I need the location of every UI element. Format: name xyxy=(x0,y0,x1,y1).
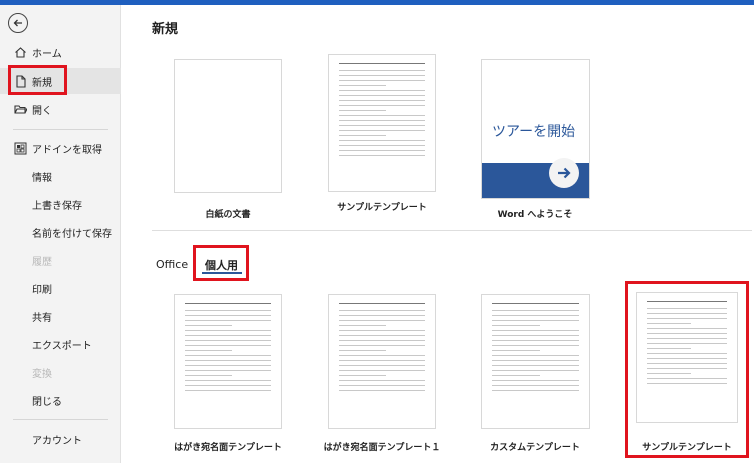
sidebar-item-label: 情報 xyxy=(32,172,52,184)
sidebar-item-label: アカウント xyxy=(32,435,82,447)
template-card-postcard-address-1[interactable] xyxy=(328,294,436,429)
template-card-welcome-tour[interactable]: ツアーを開始 xyxy=(481,59,590,199)
template-label: Word へようこそ xyxy=(497,210,573,220)
back-arrow-icon[interactable] xyxy=(8,13,28,33)
section-divider xyxy=(152,230,752,231)
sidebar-divider xyxy=(13,419,108,420)
template-label: サンプルテンプレート xyxy=(337,203,427,213)
folder-open-icon xyxy=(13,102,27,116)
sidebar-item-label: 閉じる xyxy=(32,396,62,408)
template-card-postcard-address[interactable] xyxy=(174,294,282,429)
arrow-right-icon xyxy=(549,158,579,188)
sidebar-item-convert: 変換 xyxy=(0,359,121,385)
highlight-box-sample-template xyxy=(625,281,749,458)
sidebar-item-get-addins[interactable]: アドインを取得 xyxy=(0,135,121,161)
sidebar-item-account[interactable]: アカウント xyxy=(0,426,121,452)
sidebar-item-save-as[interactable]: 名前を付けて保存 xyxy=(0,219,121,245)
tab-office[interactable]: Office xyxy=(156,258,188,271)
sidebar-item-open[interactable]: 開く xyxy=(0,96,121,122)
document-preview-lines xyxy=(339,63,425,160)
sidebar-item-label: 履歴 xyxy=(32,256,52,268)
sidebar-item-label: 上書き保存 xyxy=(32,200,82,212)
home-icon xyxy=(13,45,27,59)
template-label: カスタムテンプレート xyxy=(490,443,580,453)
sidebar-item-save[interactable]: 上書き保存 xyxy=(0,191,121,217)
sidebar-item-home[interactable]: ホーム xyxy=(0,39,121,65)
template-label: 白紙の文書 xyxy=(205,210,251,220)
sidebar-item-label: 開く xyxy=(32,105,52,117)
sidebar-item-info[interactable]: 情報 xyxy=(0,163,121,189)
template-card-blank-document[interactable] xyxy=(174,59,282,193)
sidebar-item-label: アドインを取得 xyxy=(32,144,102,156)
sidebar-item-history: 履歴 xyxy=(0,247,121,273)
template-card-sample[interactable] xyxy=(328,54,436,192)
tour-text: ツアーを開始 xyxy=(492,124,576,140)
sidebar-item-export[interactable]: エクスポート xyxy=(0,331,121,357)
sidebar-item-label: 印刷 xyxy=(32,284,52,296)
template-label: はがき宛名面テンプレート xyxy=(174,443,282,453)
sidebar-item-label: 変換 xyxy=(32,368,52,380)
sidebar-item-label: エクスポート xyxy=(32,340,92,352)
sidebar-item-print[interactable]: 印刷 xyxy=(0,275,121,301)
template-card-custom[interactable] xyxy=(481,294,590,429)
sidebar-item-close[interactable]: 閉じる xyxy=(0,387,121,413)
addins-grid-icon xyxy=(13,141,27,155)
document-preview-lines xyxy=(185,303,271,395)
highlight-box-new xyxy=(8,65,67,95)
sidebar-item-label: 共有 xyxy=(32,312,52,324)
sidebar-item-label: ホーム xyxy=(32,48,62,60)
document-preview-lines xyxy=(339,303,425,395)
sidebar-item-share[interactable]: 共有 xyxy=(0,303,121,329)
page-title: 新規 xyxy=(152,22,179,37)
document-preview-lines xyxy=(492,303,579,395)
template-label: はがき宛名面テンプレート１ xyxy=(323,443,441,453)
sidebar-item-label: 名前を付けて保存 xyxy=(32,228,112,240)
sidebar-divider xyxy=(13,129,108,130)
highlight-box-personal-tab xyxy=(193,245,249,281)
